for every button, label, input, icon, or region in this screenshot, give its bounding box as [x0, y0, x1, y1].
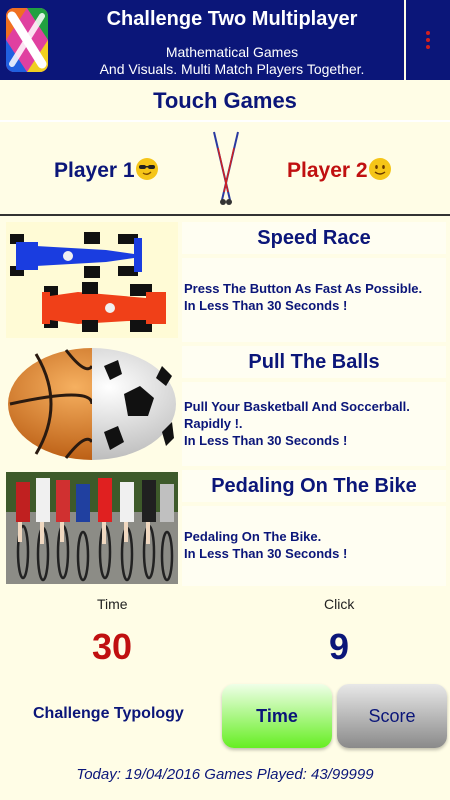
basketball-soccerball-image[interactable]	[6, 346, 178, 462]
header-bar: Challenge Two Multiplayer Mathematical G…	[0, 0, 404, 80]
game-description: Pedaling On The Bike. In Less Than 30 Se…	[182, 506, 446, 586]
click-value: 9	[329, 626, 350, 667]
player-2-name: Player 2	[287, 159, 368, 182]
desc-line: Rapidly !.	[184, 416, 243, 431]
desc-line: Pull Your Basketball And Soccerball.	[184, 399, 410, 414]
subtitle-line-1: Mathematical Games	[165, 44, 299, 60]
game-title: Speed Race	[182, 222, 446, 254]
app-header: Challenge Two Multiplayer Mathematical G…	[0, 0, 450, 84]
player-1-name: Player 1	[54, 159, 135, 182]
app-title: Challenge Two Multiplayer	[106, 8, 358, 30]
player-2-label: Player 2	[287, 158, 391, 183]
drumsticks-icon	[208, 128, 244, 208]
desc-line: Press The Button As Fast As Possible.	[184, 281, 423, 296]
app-logo-icon[interactable]	[6, 8, 48, 72]
desc-line: In Less Than 30 Seconds !	[184, 546, 348, 561]
score-button[interactable]: Score	[337, 684, 447, 748]
players-panel: Player 1 Player 2	[0, 120, 450, 216]
subtitle-line-2: And Visuals. Multi Match Players Togethe…	[99, 61, 365, 77]
time-label: Time	[97, 596, 128, 612]
overflow-menu-icon[interactable]	[406, 0, 450, 80]
sunglasses-face-icon	[135, 158, 158, 180]
game-title: Pull The Balls	[182, 346, 446, 378]
desc-line: Pedaling On The Bike.	[184, 529, 322, 544]
game-pedaling-on-the-bike[interactable]: Pedaling On The Bike Pedaling On The Bik…	[0, 466, 450, 590]
game-description: Press The Button As Fast As Possible. In…	[182, 258, 446, 342]
section-divider	[0, 214, 450, 216]
desc-line: In Less Than 30 Seconds !	[184, 298, 348, 313]
click-label: Click	[324, 596, 355, 612]
player-1-label: Player 1	[54, 158, 158, 183]
time-value: 30	[92, 626, 133, 667]
challenge-typology-label: Challenge Typology	[33, 705, 184, 722]
footer-status: Today: 19/04/2016 Games Played: 43/99999	[76, 766, 374, 783]
game-pull-the-balls[interactable]: Pull The Balls Pull Your Basketball And …	[0, 342, 450, 466]
race-cars-image[interactable]	[6, 222, 178, 338]
desc-line: In Less Than 30 Seconds !	[184, 433, 348, 448]
smiling-face-icon	[368, 158, 391, 180]
section-title: Touch Games	[153, 88, 297, 113]
game-description: Pull Your Basketball And Soccerball. Rap…	[182, 382, 446, 466]
time-button[interactable]: Time	[222, 684, 332, 748]
game-speed-race[interactable]: Speed Race Press The Button As Fast As P…	[0, 218, 450, 342]
app-subtitle: Mathematical Games And Visuals. Multi Ma…	[62, 44, 402, 78]
game-title: Pedaling On The Bike	[182, 470, 446, 502]
cyclists-image[interactable]	[6, 472, 178, 584]
